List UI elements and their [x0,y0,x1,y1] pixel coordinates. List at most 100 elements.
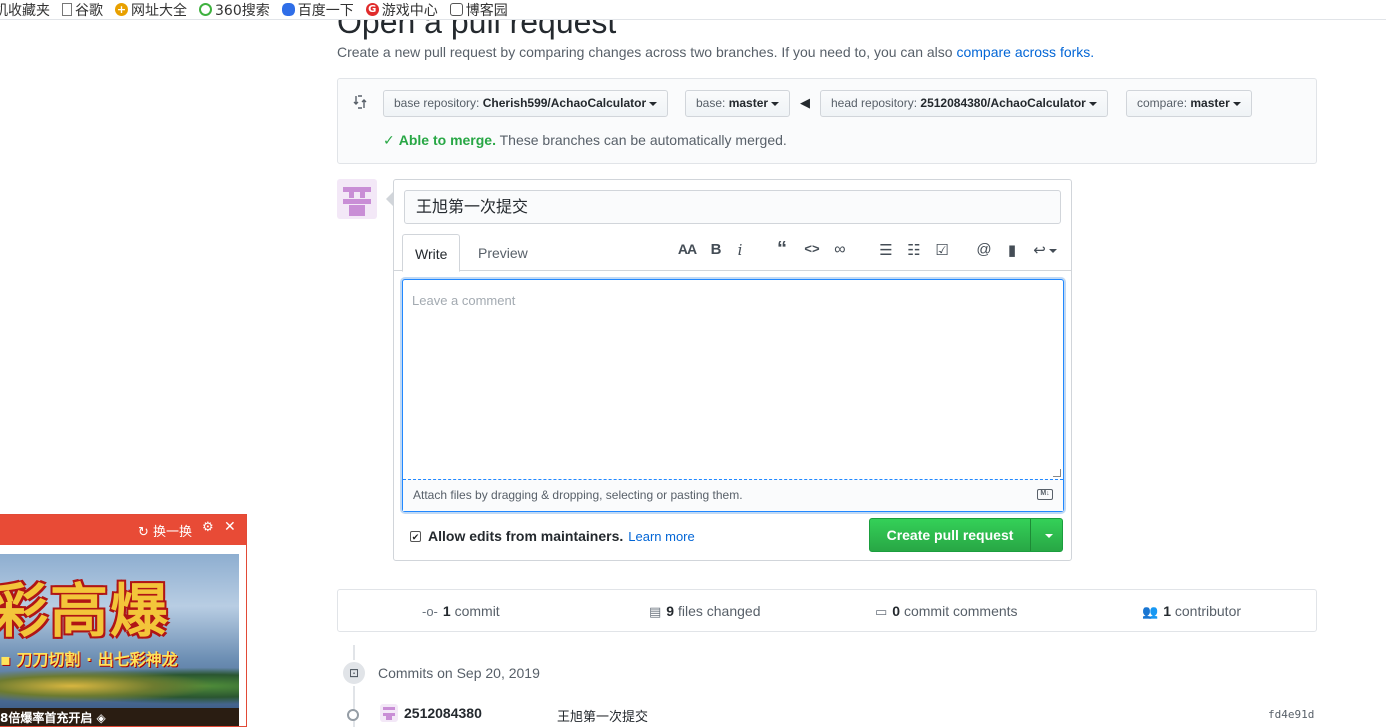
stat-count: 0 [892,603,901,619]
bookmark-label: 游戏中心 [381,2,438,19]
ordered-list-icon[interactable]: ☷ [904,241,924,259]
caret-down-icon [649,101,658,106]
avatar[interactable] [337,179,377,219]
ad-dragon-graphic [0,666,239,706]
tab-preview[interactable]: Preview [466,234,540,271]
allow-edits-checkbox[interactable]: ✔ [410,530,421,542]
quote-icon[interactable]: “ [772,238,792,261]
bookmark-baidu[interactable]: 百度一下 [281,0,354,19]
bookmark-game-center[interactable]: G 游戏中心 [365,0,438,19]
base-repository-select[interactable]: base repository: Cherish599/AchaoCalcula… [383,90,669,117]
cnblogs-icon [449,3,463,16]
bookmark-label: 谷歌 [75,2,103,19]
bookmarks-bar: 机收藏夹 谷歌 +网址大全 360搜索 百度一下 G游戏中心 博客园 [0,0,1386,20]
ad-image[interactable]: 彩高爆 ▪ 刀刀切割 · 出七彩神龙 8倍爆率首充开启 ◈ [0,554,239,726]
caret-down-icon [1048,249,1057,254]
page-icon [62,3,72,16]
stat-commits[interactable]: -o- 1 commit [422,590,500,633]
check-icon: ✓ [383,132,395,148]
select-label: compare: [1137,96,1188,110]
bookmark-google[interactable]: 谷歌 [62,0,103,19]
task-list-icon[interactable]: ☑ [932,241,952,259]
bookmark-label: 机收藏夹 [0,2,50,19]
people-icon: 👥 [1142,604,1159,619]
360-icon [199,3,212,16]
stat-contributors[interactable]: 👥 1 contributor [1142,590,1241,633]
bookmark-label: 360搜索 [215,2,270,19]
ad-header: ↻ 换一换 ⚙ ✕ [0,515,246,545]
caret-down-icon [1045,534,1053,539]
bookmark-label: 网址大全 [131,2,187,19]
heading-icon[interactable]: AA [677,241,697,257]
create-pull-request-button[interactable]: Create pull request [870,519,1031,551]
unordered-list-icon[interactable]: ☰ [876,241,896,259]
stat-label: contributor [1174,603,1242,619]
merge-status: ✓ Able to merge. These branches can be au… [383,132,787,149]
gear-icon[interactable]: ⚙ [202,520,214,535]
baidu-icon [281,3,295,16]
learn-more-link[interactable]: Learn more [628,529,694,544]
commit-day-label: Commits on Sep 20, 2019 [378,665,540,681]
stat-commit-comments[interactable]: ▭ 0 commit comments [875,590,1018,633]
code-icon[interactable]: <> [802,241,822,256]
comment-textarea[interactable]: Leave a comment Attach files by dragging… [402,279,1064,512]
stat-label: files changed [677,603,761,619]
comment-placeholder: Leave a comment [412,293,516,308]
commit-dot-icon [347,709,359,721]
compare-branch-select[interactable]: compare: master [1126,90,1252,117]
bookmark-icon[interactable]: ▮ [1002,241,1022,259]
bookmark-favorites[interactable]: 机收藏夹 [0,0,50,19]
head-repository-select[interactable]: head repository: 2512084380/AchaoCalcula… [820,90,1108,117]
allow-edits-option: ✔ Allow edits from maintainers. Learn mo… [410,528,695,544]
attach-files-bar[interactable]: Attach files by dragging & dropping, sel… [403,479,1063,511]
compare-across-forks-link[interactable]: compare across forks. [956,44,1094,60]
pull-request-form: 王旭第一次提交 Write Preview AA B i “ <> ∞ ☰ ☷ … [386,179,1072,561]
bold-icon[interactable]: B [706,241,726,258]
bookmark-cnblogs[interactable]: 博客园 [449,0,508,19]
select-value: master [728,96,769,110]
ad-headline: 彩高爆 [0,577,171,645]
arrow-left-icon: ◀ [800,95,810,110]
game-center-icon: G [365,3,379,16]
pr-title-input[interactable]: 王旭第一次提交 [404,190,1061,224]
select-label: base: [696,96,726,110]
bookmark-label: 百度一下 [297,2,354,19]
stat-label: commit [454,603,500,619]
resize-handle[interactable] [1053,469,1061,477]
ad-refresh-button[interactable]: ↻ 换一换 [138,521,192,540]
create-pull-request-button-group: Create pull request [869,518,1063,552]
compare-icon [352,94,368,110]
base-branch-select[interactable]: base: master [685,90,791,117]
commit-sha-link[interactable]: fd4e91d [1268,708,1314,721]
merge-ok-label: Able to merge. [398,132,496,148]
ad-bottom-text: 8倍爆率首充开启 ◈ [0,708,239,726]
compare-bar: base repository: Cherish599/AchaoCalcula… [337,78,1317,164]
stat-count: 9 [666,603,675,619]
italic-icon[interactable]: i [730,241,750,259]
commit-icon: -o- [422,604,438,619]
create-options-dropdown[interactable] [1032,519,1063,551]
file-diff-icon: ▤ [649,604,662,619]
bookmark-360[interactable]: 360搜索 [199,0,270,19]
reply-glyph: ↩ [1033,242,1046,259]
select-value: master [1190,96,1230,110]
reply-icon[interactable]: ↩ [1030,241,1060,259]
commit-author-link[interactable]: 2512084380 [404,705,482,721]
stat-files-changed[interactable]: ▤ 9 files changed [649,590,761,633]
close-icon[interactable]: ✕ [224,519,236,535]
stat-count: 1 [1163,603,1171,619]
stat-label: commit comments [903,603,1018,619]
page-subtitle: Create a new pull request by comparing c… [337,44,1094,60]
compare-stats: -o- 1 commit ▤ 9 files changed ▭ 0 commit c… [337,589,1317,632]
tab-write[interactable]: Write [402,234,461,272]
mention-icon[interactable]: @ [974,241,994,258]
select-label: head repository: [831,96,918,110]
caret-down-icon [1232,101,1241,106]
ad-popup: ↻ 换一换 ⚙ ✕ 彩高爆 ▪ 刀刀切割 · 出七彩神龙 8倍爆率首充开启 ◈ [0,514,247,727]
subtitle-text: Create a new pull request by comparing c… [337,44,953,60]
link-icon[interactable]: ∞ [830,241,850,259]
commit-author-avatar[interactable] [380,704,398,722]
bookmark-hao123[interactable]: + 网址大全 [115,0,187,19]
markdown-icon[interactable]: M↓ [1037,489,1053,500]
commit-message-link[interactable]: 王旭第一次提交 [557,706,648,725]
